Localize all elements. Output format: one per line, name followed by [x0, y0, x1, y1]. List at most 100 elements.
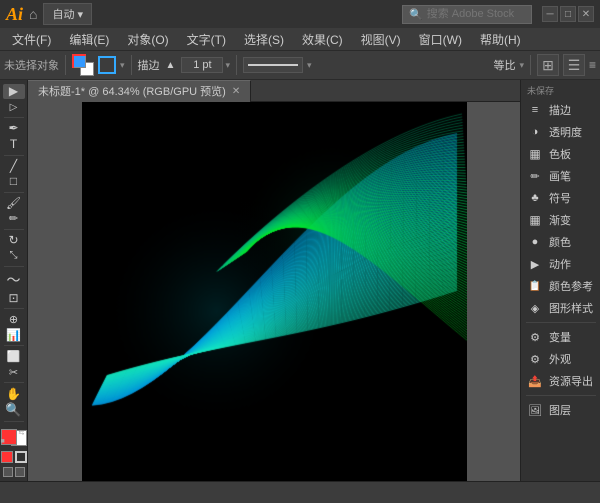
graph-tool[interactable]: 📊: [3, 328, 25, 343]
panel-item-symbols[interactable]: ♣ 符号: [521, 187, 600, 209]
search-input[interactable]: [427, 8, 517, 20]
rect-tool[interactable]: □: [3, 174, 25, 189]
type-tool[interactable]: T: [3, 137, 25, 152]
workspace-switcher[interactable]: 自动 ▾: [43, 3, 92, 25]
tab-bar: 未标题-1* @ 64.34% (RGB/GPU 预览) ✕: [28, 80, 520, 102]
grid-button[interactable]: ⊞: [537, 54, 559, 76]
tool-sep4: [4, 229, 24, 230]
main-area: ▶ ▷ ✒ T ╱ □ 🖌 ✏ ↻ ⤡ 〜 ⊡ ⊕ 📊 ⬜ ✂ ✋ 🔍 ■ ⇆: [0, 80, 600, 481]
hand-tool[interactable]: ✋: [3, 386, 25, 401]
free-transform-tool[interactable]: ⊡: [3, 291, 25, 306]
right-panel: 未保存 ≡ 描边 ◑ 透明度 ▦ 色板 ✏ 画笔 ♣ 符号 ▦ 渐变 ● 颜色: [520, 80, 600, 481]
screen-mode-btn[interactable]: [15, 467, 25, 477]
stroke-toggle[interactable]: [15, 451, 27, 463]
panel-item-appearance[interactable]: ⚙ 外观: [521, 348, 600, 370]
normal-mode-btn[interactable]: [3, 467, 13, 477]
stroke-width-input[interactable]: 1 pt: [181, 57, 223, 73]
stroke-label: 描边: [138, 57, 160, 73]
panel-item-graphicstyles[interactable]: ◈ 图形样式: [521, 297, 600, 319]
actions-panel-label: 动作: [549, 256, 571, 272]
align-arrow[interactable]: ▾: [519, 60, 524, 71]
wave-artwork: [82, 102, 467, 481]
symbol-sprayer-tool[interactable]: ⊕: [3, 312, 25, 327]
panel-item-color[interactable]: ● 颜色: [521, 231, 600, 253]
canvas-container[interactable]: [28, 102, 520, 481]
panel-item-transparency[interactable]: ◑ 透明度: [521, 121, 600, 143]
swatches-panel-label: 色板: [549, 146, 571, 162]
panel-menu-icon[interactable]: ≡: [589, 58, 596, 72]
line-tool[interactable]: ╱: [3, 158, 25, 173]
stroke-weight-field[interactable]: 1 pt ▾: [181, 57, 230, 73]
panel-item-brushes[interactable]: ✏ 画笔: [521, 165, 600, 187]
transparency-panel-icon: ◑: [527, 124, 543, 140]
swatches-panel-icon: ▦: [527, 146, 543, 162]
search-box[interactable]: 🔍: [402, 5, 532, 24]
stroke-style-picker[interactable]: [243, 57, 303, 73]
appearance-panel-label: 外观: [549, 351, 571, 367]
panel-item-assetexport[interactable]: 📤 资源导出: [521, 370, 600, 392]
pen-tool[interactable]: ✒: [3, 121, 25, 136]
stroke-up-arrow[interactable]: ▲: [166, 60, 176, 71]
stroke-panel-label: 描边: [549, 102, 571, 118]
color-reset-icon[interactable]: ■: [1, 438, 9, 446]
tab-label: 未标题-1* @ 64.34% (RGB/GPU 预览): [38, 83, 226, 99]
menu-effect[interactable]: 效果(C): [294, 29, 351, 50]
control-bar: 未选择对象 ▾ 描边 ▲ 1 pt ▾ ▾ 等比 ▾ ⊞ ☰ ≡: [0, 50, 600, 80]
panel-item-variables[interactable]: ⚙ 变量: [521, 326, 600, 348]
zoom-tool[interactable]: 🔍: [3, 402, 25, 418]
menu-file[interactable]: 文件(F): [4, 29, 59, 50]
menu-type[interactable]: 文字(T): [179, 29, 234, 50]
toolbar-sep2: [131, 55, 132, 75]
paintbrush-tool[interactable]: 🖌: [3, 195, 25, 210]
menu-view[interactable]: 视图(V): [353, 29, 409, 50]
fill-indicator[interactable]: [98, 56, 116, 74]
panel-item-swatches[interactable]: ▦ 色板: [521, 143, 600, 165]
assetexport-panel-label: 资源导出: [549, 373, 593, 389]
scale-tool[interactable]: ⤡: [3, 248, 25, 263]
artboard-tool[interactable]: ⬜: [3, 349, 25, 364]
stroke-style-arrow[interactable]: ▾: [307, 60, 312, 71]
minimize-button[interactable]: ─: [542, 6, 558, 22]
layers-panel-label: 图层: [549, 402, 571, 418]
symbols-panel-label: 符号: [549, 190, 571, 206]
color-boxes[interactable]: ■ ⇆: [1, 429, 27, 446]
stroke-unit-arrow[interactable]: ▾: [225, 60, 230, 71]
colorguide-panel-icon: 📋: [527, 278, 543, 294]
artwork-canvas[interactable]: [82, 102, 467, 481]
slice-tool[interactable]: ✂: [3, 365, 25, 380]
menu-window[interactable]: 窗口(W): [411, 29, 470, 50]
stroke-color-button[interactable]: [72, 54, 94, 76]
mode-buttons: [3, 467, 25, 477]
menu-edit[interactable]: 编辑(E): [61, 29, 117, 50]
dropdown-arrow[interactable]: ▾: [120, 60, 125, 71]
warp-tool[interactable]: 〜: [3, 270, 25, 290]
panel-item-stroke[interactable]: ≡ 描边: [521, 99, 600, 121]
close-button[interactable]: ✕: [578, 6, 594, 22]
menu-help[interactable]: 帮助(H): [472, 29, 529, 50]
panel-item-actions[interactable]: ▶ 动作: [521, 253, 600, 275]
tab-close-button[interactable]: ✕: [232, 86, 240, 97]
panel-button[interactable]: ☰: [563, 54, 585, 76]
home-icon[interactable]: ⌂: [29, 6, 37, 22]
tool-sep7: [4, 345, 24, 346]
panel-item-colorguide[interactable]: 📋 颜色参考: [521, 275, 600, 297]
panel-sep1: [526, 322, 596, 323]
stroke-panel-icon: ≡: [527, 102, 543, 118]
fill-toggle[interactable]: [1, 451, 13, 463]
toolbar-sep4: [530, 55, 531, 75]
menu-object[interactable]: 对象(O): [119, 29, 176, 50]
selection-label: 未选择对象: [4, 57, 59, 73]
variables-panel-icon: ⚙: [527, 329, 543, 345]
selection-tool[interactable]: ▶: [3, 84, 25, 99]
pencil-tool[interactable]: ✏: [3, 211, 25, 226]
panel-header: 未保存: [521, 84, 600, 97]
direct-selection-tool[interactable]: ▷: [3, 100, 25, 115]
rotate-tool[interactable]: ↻: [3, 232, 25, 247]
menu-select[interactable]: 选择(S): [236, 29, 292, 50]
document-tab[interactable]: 未标题-1* @ 64.34% (RGB/GPU 预览) ✕: [28, 80, 251, 102]
color-swap-icon[interactable]: ⇆: [19, 429, 27, 437]
panel-item-layers[interactable]: 🖼 图层: [521, 399, 600, 421]
restore-button[interactable]: □: [560, 6, 576, 22]
panel-item-gradient[interactable]: ▦ 渐变: [521, 209, 600, 231]
canvas-area: 未标题-1* @ 64.34% (RGB/GPU 预览) ✕: [28, 80, 520, 481]
